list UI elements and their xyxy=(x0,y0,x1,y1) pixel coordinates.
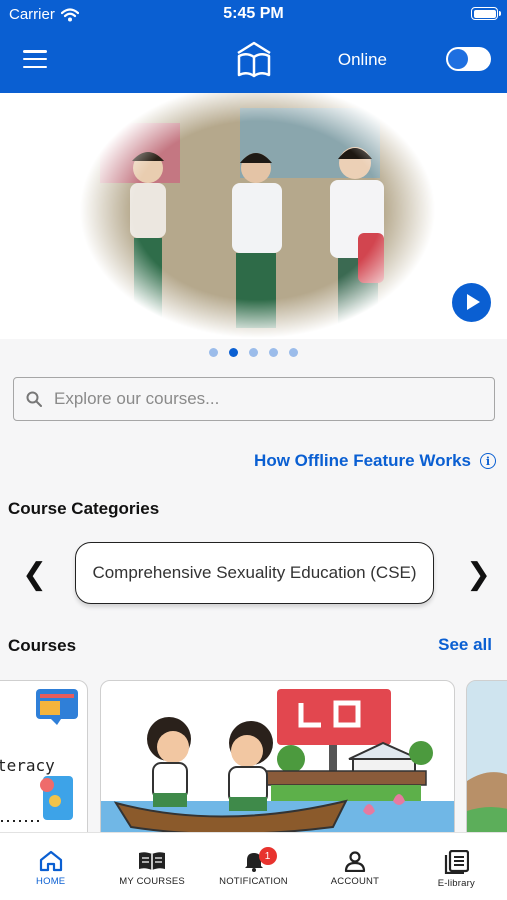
nav-account-label: ACCOUNT xyxy=(330,876,380,887)
carousel-dot[interactable] xyxy=(289,348,298,357)
book-logo-icon xyxy=(237,41,271,78)
nav-e-library-label: E-library xyxy=(437,878,475,889)
status-bar: Carrier 5:45 PM xyxy=(0,0,507,28)
play-video-button[interactable] xyxy=(452,283,491,322)
app-header: Carrier 5:45 PM Online xyxy=(0,0,507,93)
carousel-dot[interactable] xyxy=(249,348,258,357)
offline-feature-link[interactable]: How Offline Feature Works i xyxy=(254,451,496,471)
course-card[interactable]: teracy xyxy=(0,680,88,850)
nav-my-courses[interactable]: MY COURSES xyxy=(101,833,202,900)
nav-notification[interactable]: 1 NOTIFICATION xyxy=(203,833,304,900)
carousel-pagination xyxy=(0,348,507,357)
home-icon xyxy=(39,850,62,872)
notification-badge: 1 xyxy=(258,847,277,865)
nav-e-library[interactable]: E-library xyxy=(406,833,507,900)
online-label: Online xyxy=(337,50,387,69)
book-icon xyxy=(139,852,166,870)
bottom-navigation: HOME MY COURSES 1 NOTIFICATION ACCOUNT E… xyxy=(0,832,507,900)
nav-my-courses-label: MY COURSES xyxy=(119,876,185,887)
hero-illustration xyxy=(80,93,435,338)
carousel-dot[interactable] xyxy=(269,348,278,357)
course-thumbnail xyxy=(101,689,454,849)
category-chip[interactable]: Comprehensive Sexuality Education (CSE) xyxy=(75,542,434,604)
category-next-button[interactable]: ❯ xyxy=(466,560,491,590)
library-icon xyxy=(445,850,470,874)
info-icon: i xyxy=(480,453,496,469)
nav-notification-label: NOTIFICATION xyxy=(219,876,288,887)
see-all-link[interactable]: See all xyxy=(438,635,492,655)
search-field[interactable] xyxy=(13,377,495,421)
course-card[interactable] xyxy=(100,680,455,850)
person-icon xyxy=(344,851,366,872)
battery-icon xyxy=(471,7,501,20)
nav-home[interactable]: HOME xyxy=(0,833,101,900)
category-prev-button[interactable]: ❮ xyxy=(22,560,47,590)
online-toggle[interactable] xyxy=(446,47,491,71)
carousel-dot[interactable] xyxy=(209,348,218,357)
nav-account[interactable]: ACCOUNT xyxy=(304,833,405,900)
search-icon xyxy=(26,391,42,407)
hamburger-menu-button[interactable] xyxy=(23,50,47,68)
hero-banner xyxy=(0,93,507,339)
course-card[interactable] xyxy=(466,680,507,850)
nav-home-label: HOME xyxy=(36,876,66,887)
clock: 5:45 PM xyxy=(223,5,284,22)
courses-title: Courses xyxy=(8,636,77,655)
search-input[interactable] xyxy=(54,389,464,409)
carousel-dot[interactable] xyxy=(229,348,238,357)
app-screen: Carrier 5:45 PM Online Explore our cours… xyxy=(0,0,507,900)
course-thumbnail xyxy=(467,681,507,849)
hero-image xyxy=(80,93,435,338)
offline-feature-label: How Offline Feature Works xyxy=(254,451,471,470)
course-card-text: teracy xyxy=(0,756,55,775)
course-categories-title: Course Categories xyxy=(8,499,160,518)
